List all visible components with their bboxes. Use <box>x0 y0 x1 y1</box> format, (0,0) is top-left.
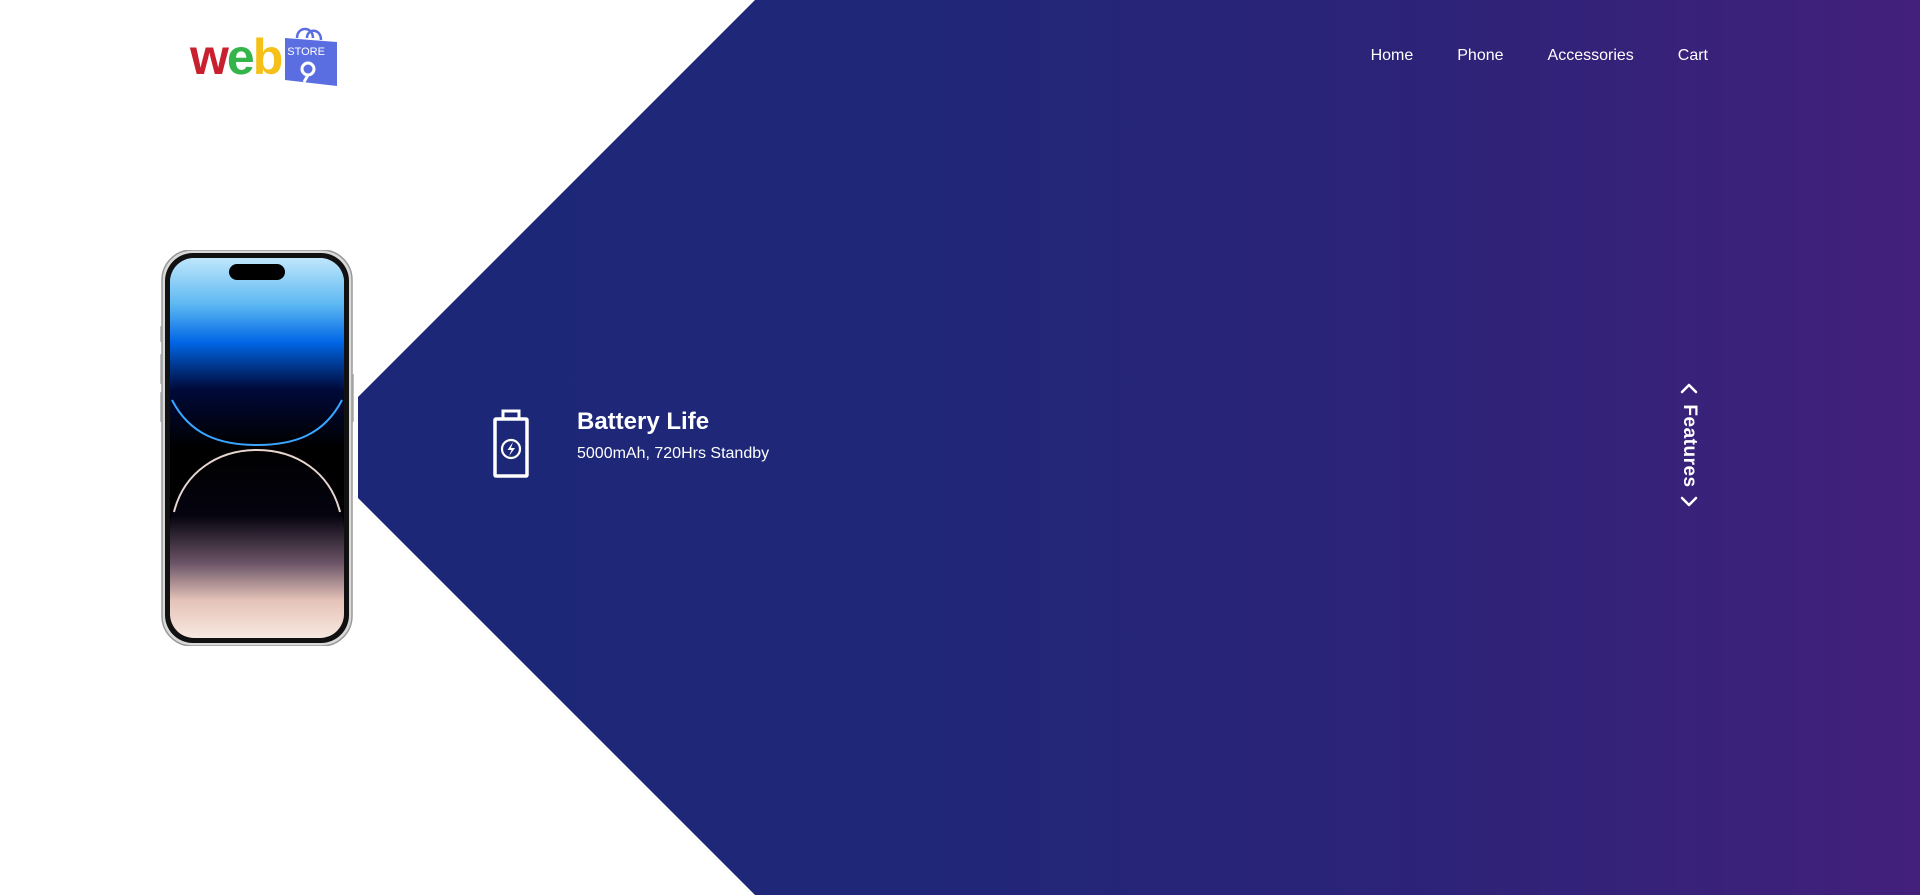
logo-letter-w: w <box>190 29 229 85</box>
nav-phone-link[interactable]: Phone <box>1457 46 1503 66</box>
page: w e b STORE Home Phone Accessories Cart <box>0 0 1920 895</box>
feature-title: Battery Life <box>577 408 710 435</box>
logo-wordmark: w e b <box>190 29 284 85</box>
features-side-nav: Features <box>1674 381 1704 511</box>
nav-accessories-link[interactable]: Accessories <box>1548 46 1634 66</box>
logo-bag-text: STORE <box>287 46 325 58</box>
nav-cart-link[interactable]: Cart <box>1678 46 1708 66</box>
battery-charging-icon <box>492 409 532 481</box>
chevron-up-icon[interactable] <box>1678 381 1700 395</box>
chevron-down-icon[interactable] <box>1678 495 1700 509</box>
shopping-bag-icon: STORE <box>283 24 339 86</box>
main-nav: Home Phone Accessories Cart <box>1371 46 1708 66</box>
product-phone-image <box>160 249 354 647</box>
nav-home-link[interactable]: Home <box>1371 46 1414 66</box>
features-label[interactable]: Features <box>1679 404 1700 487</box>
logo-letter-b: b <box>252 29 284 85</box>
logo-letter-e: e <box>226 29 255 85</box>
feature-subtitle: 5000mAh, 720Hrs Standby <box>577 445 770 462</box>
logo[interactable]: w e b STORE <box>190 20 375 86</box>
